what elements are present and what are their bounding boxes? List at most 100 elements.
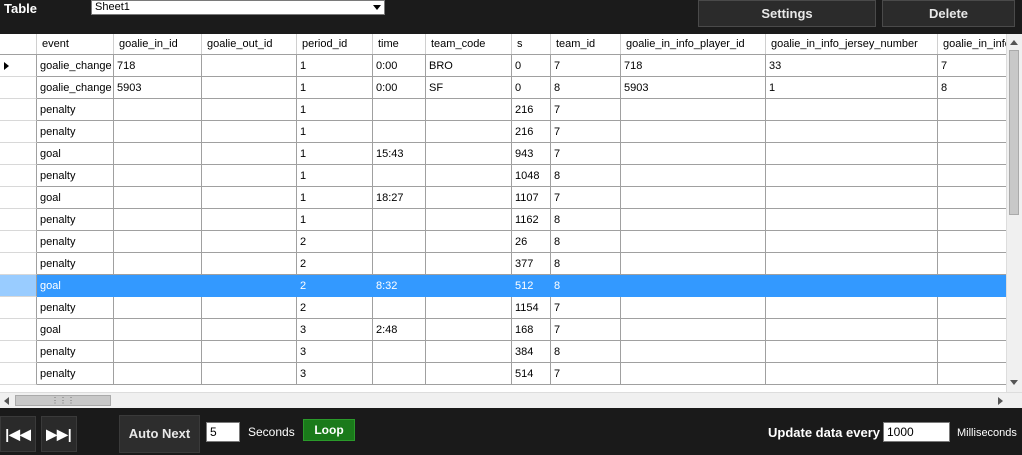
auto-next-button[interactable]: Auto Next: [119, 415, 200, 453]
table-cell[interactable]: 0:00: [373, 77, 426, 99]
row-header[interactable]: [0, 77, 37, 99]
table-cell[interactable]: [114, 363, 202, 385]
table-cell[interactable]: [373, 297, 426, 319]
table-cell[interactable]: 216: [512, 99, 551, 121]
table-cell[interactable]: 3: [297, 341, 373, 363]
table-cell[interactable]: 3: [297, 363, 373, 385]
table-cell[interactable]: 2: [297, 231, 373, 253]
table-row[interactable]: penalty 1 216 7: [37, 99, 1022, 121]
row-header[interactable]: [0, 187, 37, 209]
table-row[interactable]: goalie_change 718 1 0:00 BRO 0 7 718 33 7: [37, 55, 1022, 77]
table-cell[interactable]: goal: [37, 275, 114, 297]
table-cell[interactable]: [114, 209, 202, 231]
table-cell[interactable]: [766, 297, 938, 319]
table-cell[interactable]: [766, 121, 938, 143]
table-cell[interactable]: [426, 165, 512, 187]
column-header[interactable]: team_id: [551, 34, 621, 54]
table-cell[interactable]: [426, 363, 512, 385]
table-cell[interactable]: 7: [551, 121, 621, 143]
table-cell[interactable]: [766, 341, 938, 363]
table-cell[interactable]: [373, 253, 426, 275]
table-cell[interactable]: 943: [512, 143, 551, 165]
table-cell[interactable]: 5903: [114, 77, 202, 99]
table-row[interactable]: penalty 2 26 8: [37, 231, 1022, 253]
table-cell[interactable]: [202, 363, 297, 385]
table-row[interactable]: goal 1 15:43 943 7: [37, 143, 1022, 165]
table-cell[interactable]: [426, 209, 512, 231]
table-cell[interactable]: 168: [512, 319, 551, 341]
table-cell[interactable]: [621, 99, 766, 121]
table-cell[interactable]: 1: [297, 77, 373, 99]
table-cell[interactable]: penalty: [37, 341, 114, 363]
table-cell[interactable]: [426, 187, 512, 209]
table-cell[interactable]: [621, 253, 766, 275]
table-cell[interactable]: penalty: [37, 231, 114, 253]
table-cell[interactable]: penalty: [37, 121, 114, 143]
table-cell[interactable]: [426, 231, 512, 253]
table-cell[interactable]: 1048: [512, 165, 551, 187]
table-cell[interactable]: [426, 275, 512, 297]
table-cell[interactable]: 1: [297, 55, 373, 77]
table-cell[interactable]: [766, 99, 938, 121]
table-cell[interactable]: 1: [297, 121, 373, 143]
table-cell[interactable]: 8: [551, 231, 621, 253]
table-cell[interactable]: goalie_change: [37, 55, 114, 77]
table-row[interactable]: penalty 3 384 8: [37, 341, 1022, 363]
table-cell[interactable]: BRO: [426, 55, 512, 77]
table-row[interactable]: penalty 3 514 7: [37, 363, 1022, 385]
row-header[interactable]: [0, 99, 37, 121]
delete-button[interactable]: Delete: [882, 0, 1015, 27]
column-header[interactable]: event: [37, 34, 114, 54]
table-cell[interactable]: 5903: [621, 77, 766, 99]
table-row[interactable]: goal 1 18:27 1107 7: [37, 187, 1022, 209]
table-cell[interactable]: [202, 231, 297, 253]
table-cell[interactable]: [114, 253, 202, 275]
table-cell[interactable]: 8: [551, 253, 621, 275]
table-cell[interactable]: 0: [512, 77, 551, 99]
table-cell[interactable]: [373, 231, 426, 253]
horizontal-scroll-thumb[interactable]: ⋮⋮⋮: [15, 395, 111, 406]
column-header[interactable]: period_id: [297, 34, 373, 54]
table-cell[interactable]: goalie_change: [37, 77, 114, 99]
table-cell[interactable]: [114, 319, 202, 341]
column-header[interactable]: s: [512, 34, 551, 54]
row-header[interactable]: [0, 209, 37, 231]
table-cell[interactable]: 1: [297, 209, 373, 231]
table-cell[interactable]: [621, 209, 766, 231]
table-cell[interactable]: 8: [551, 165, 621, 187]
table-cell[interactable]: 1: [297, 187, 373, 209]
table-cell[interactable]: [202, 319, 297, 341]
table-cell[interactable]: [426, 143, 512, 165]
table-cell[interactable]: [621, 121, 766, 143]
table-cell[interactable]: [621, 341, 766, 363]
table-cell[interactable]: 2: [297, 275, 373, 297]
row-header[interactable]: [0, 363, 37, 385]
table-cell[interactable]: 18:27: [373, 187, 426, 209]
column-header[interactable]: goalie_in_info_jersey_number: [766, 34, 938, 54]
table-cell[interactable]: 718: [114, 55, 202, 77]
table-cell[interactable]: [426, 121, 512, 143]
table-cell[interactable]: [202, 187, 297, 209]
table-cell[interactable]: [766, 209, 938, 231]
table-cell[interactable]: penalty: [37, 99, 114, 121]
table-cell[interactable]: 1162: [512, 209, 551, 231]
table-cell[interactable]: [202, 77, 297, 99]
table-cell[interactable]: [766, 187, 938, 209]
table-cell[interactable]: [373, 363, 426, 385]
table-cell[interactable]: [114, 187, 202, 209]
loop-toggle[interactable]: Loop: [303, 419, 355, 441]
row-header[interactable]: [0, 143, 37, 165]
table-cell[interactable]: 377: [512, 253, 551, 275]
table-cell[interactable]: 2: [297, 253, 373, 275]
table-cell[interactable]: 7: [551, 363, 621, 385]
table-cell[interactable]: [766, 275, 938, 297]
table-row[interactable]: penalty 2 377 8: [37, 253, 1022, 275]
table-cell[interactable]: 1: [297, 99, 373, 121]
table-cell[interactable]: [373, 99, 426, 121]
table-cell[interactable]: [202, 55, 297, 77]
table-cell[interactable]: 1107: [512, 187, 551, 209]
scroll-up-icon[interactable]: [1010, 40, 1018, 45]
column-header[interactable]: goalie_out_id: [202, 34, 297, 54]
table-cell[interactable]: penalty: [37, 165, 114, 187]
table-cell[interactable]: [114, 121, 202, 143]
